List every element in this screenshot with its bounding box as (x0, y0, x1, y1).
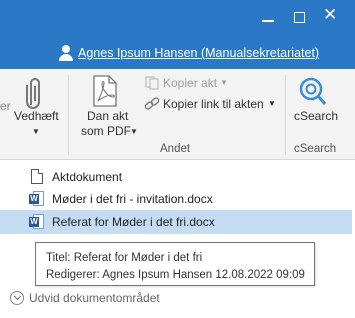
copy-link-label: Kopier link til akten (163, 97, 264, 111)
link-icon (144, 97, 160, 110)
csearch-label: cSearch (294, 109, 339, 123)
ribbon-partial-item[interactable]: er (0, 99, 11, 113)
tooltip-title: Titel: Referat for Møder i det fri (46, 252, 203, 264)
document-name: Referat for Møder i det fri.docx (52, 215, 215, 229)
ribbon-separator (68, 75, 69, 155)
minimize-icon[interactable] (262, 20, 274, 22)
chevron-down-icon: ▼ (220, 78, 228, 87)
ribbon: er Vedhæft ▼ Dan akt som PDF ▼ Kopier ak… (0, 69, 355, 160)
group-label-andet: Andet (160, 143, 191, 155)
document-tooltip: Titel: Referat for Møder i det fri Redig… (35, 242, 315, 286)
user-icon (58, 45, 74, 61)
expand-label: Udvid dokumentområdet (29, 291, 160, 305)
ribbon-separator (285, 75, 286, 155)
csearch-icon (299, 77, 327, 105)
copy-icon (145, 76, 159, 90)
list-item-selected[interactable]: W Referat for Møder i det fri.docx (0, 210, 352, 234)
document-icon (31, 169, 43, 184)
user-account[interactable]: Agnes Ipsum Hansen (Manualsekretariatet) (58, 44, 319, 62)
document-name: Aktdokument (52, 170, 123, 184)
maximize-icon[interactable] (294, 12, 305, 23)
pdf-label-line2: som PDF (81, 124, 132, 138)
chevron-down-icon: ▼ (32, 127, 40, 136)
expand-document-area[interactable]: Udvid dokumentområdet (10, 289, 160, 307)
pdf-icon (93, 75, 117, 107)
list-item[interactable]: W Møder i det fri - invitation.docx (0, 187, 352, 211)
window-titlebar: ✕ Agnes Ipsum Hansen (Manualsekretariate… (0, 0, 355, 69)
user-name-link[interactable]: Agnes Ipsum Hansen (Manualsekretariatet) (78, 46, 319, 60)
chevron-down-circle-icon (10, 291, 24, 305)
chevron-down-icon: ▼ (130, 127, 138, 136)
attach-label: Vedhæft (14, 109, 59, 123)
tooltip-editor: Redigerer: Agnes Ipsum Hansen 12.08.2022… (46, 269, 305, 281)
group-label-csearch: cSearch (294, 143, 337, 155)
chevron-down-icon: ▼ (268, 99, 276, 108)
document-name: Møder i det fri - invitation.docx (52, 192, 213, 206)
word-icon: W (29, 191, 45, 207)
paperclip-icon (26, 78, 40, 109)
pdf-label-line1: Dan akt (87, 109, 129, 123)
word-icon: W (29, 214, 45, 230)
list-item[interactable]: Aktdokument (0, 165, 352, 189)
close-icon[interactable]: ✕ (323, 6, 337, 23)
copy-act-label: Kopier akt (163, 76, 218, 90)
